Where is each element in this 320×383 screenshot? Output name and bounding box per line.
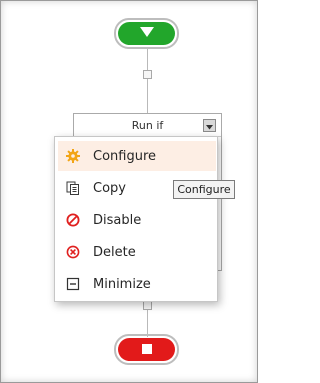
connector-line-top <box>147 47 148 113</box>
connector-handle-bottom[interactable] <box>143 301 152 310</box>
stop-node-body <box>118 338 175 361</box>
tooltip: Configure <box>173 180 235 199</box>
caret-down-icon <box>206 117 213 135</box>
start-node[interactable] <box>114 18 179 49</box>
tooltip-text: Configure <box>177 183 231 196</box>
menu-item-delete[interactable]: Delete <box>58 237 216 267</box>
run-if-title: Run if <box>131 118 164 132</box>
down-triangle-icon <box>139 25 155 43</box>
square-stop-icon <box>141 341 152 359</box>
gear-icon <box>66 149 80 163</box>
workflow-canvas: Run if Configure Copy Disable Delete Min… <box>0 0 258 383</box>
start-node-body <box>118 22 175 45</box>
connector-handle-top[interactable] <box>143 70 152 79</box>
disable-icon <box>66 213 80 227</box>
delete-icon <box>66 245 80 259</box>
menu-item-label: Disable <box>93 212 142 228</box>
menu-item-configure[interactable]: Configure <box>58 141 216 171</box>
stop-node[interactable] <box>114 334 179 365</box>
menu-item-label: Delete <box>93 244 136 260</box>
menu-item-minimize[interactable]: Minimize <box>58 269 216 299</box>
context-menu: Configure Copy Disable Delete Minimize <box>54 136 218 302</box>
menu-item-label: Minimize <box>93 276 151 292</box>
run-if-header: Run if <box>74 114 221 137</box>
minimize-icon <box>66 277 80 291</box>
menu-item-label: Configure <box>93 148 157 164</box>
copy-icon <box>66 181 80 195</box>
menu-item-label: Copy <box>93 180 126 196</box>
run-if-dropdown-button[interactable] <box>203 119 216 132</box>
menu-item-disable[interactable]: Disable <box>58 205 216 235</box>
